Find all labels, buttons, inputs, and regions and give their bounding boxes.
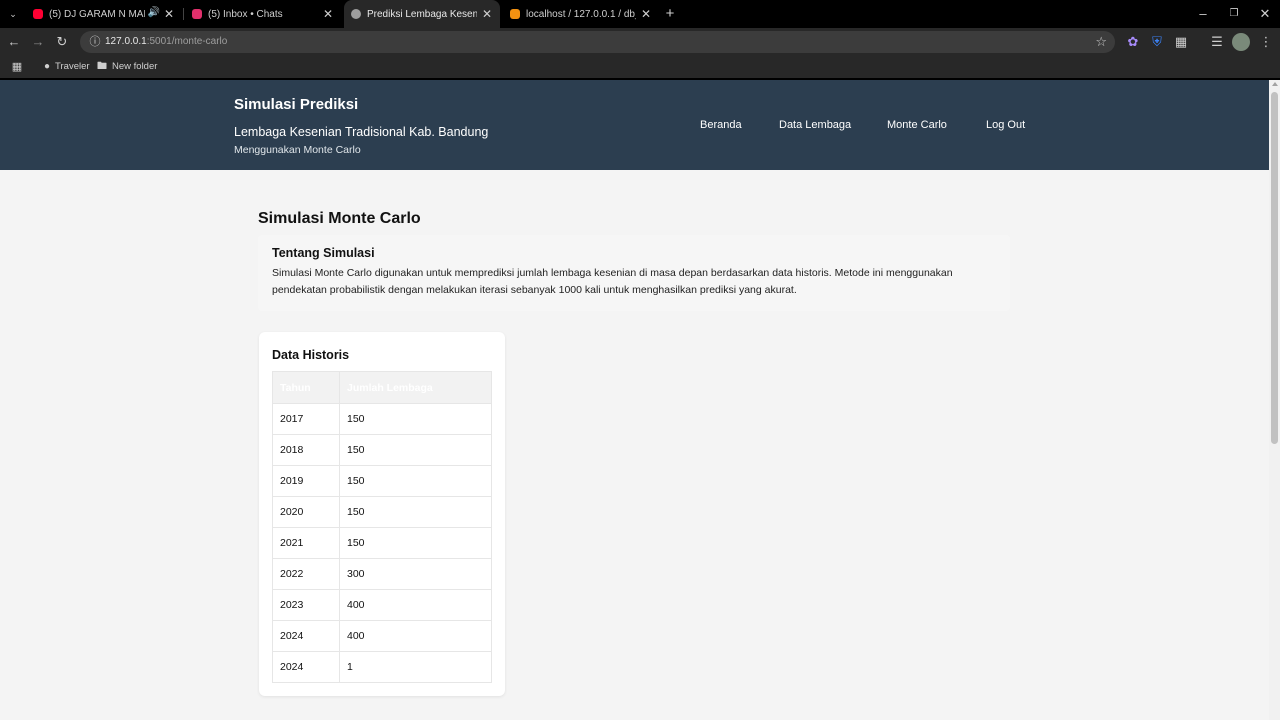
cell-count: 400 <box>339 620 492 652</box>
cell-count: 300 <box>339 558 492 590</box>
minimize-icon[interactable]: – <box>1194 5 1212 23</box>
table-row: 2024 1 <box>272 651 492 683</box>
address-bar[interactable]: ⓘ 127.0.0.1:5001/monte-carlo ☆ <box>80 31 1115 53</box>
bookmarks-bar: ▦ ● Traveler 🖿 New folder <box>0 56 1280 78</box>
url-path: :5001/monte-carlo <box>146 36 228 47</box>
traveler-icon: ● <box>44 61 51 72</box>
cell-year: 2022 <box>272 558 340 590</box>
tab-separator <box>183 8 184 20</box>
extensions-icon[interactable]: ▦ <box>1172 33 1190 51</box>
close-tab-icon[interactable]: ✕ <box>321 7 335 21</box>
close-tab-icon[interactable]: ✕ <box>639 7 653 21</box>
historical-data-table: Tahun Jumlah Lembaga 2017 150 2018 150 201… <box>272 371 492 683</box>
close-window-icon[interactable]: ✕ <box>1256 5 1274 23</box>
globe-icon <box>351 9 361 19</box>
tab-title: (5) Inbox • Chats <box>208 8 283 20</box>
url-text: 127.0.0.1:5001/monte-carlo <box>105 35 227 49</box>
profile-avatar-icon[interactable] <box>1232 33 1250 51</box>
tab-search-chevron-icon[interactable]: ⌄ <box>4 5 22 23</box>
browser-tab-instagram[interactable]: (5) Inbox • Chats ✕ <box>185 0 341 28</box>
instagram-icon <box>192 9 202 19</box>
close-tab-icon[interactable]: ✕ <box>162 7 176 21</box>
bookmark-folder[interactable]: 🖿 New folder <box>97 60 157 74</box>
page-viewport: Simulasi Prediksi Lembaga Kesenian Tradi… <box>0 80 1269 720</box>
table-row: 2019 150 <box>272 465 492 497</box>
tab-title: localhost / 127.0.0.1 / db_lemba <box>526 8 636 20</box>
cell-year: 2019 <box>272 465 340 497</box>
column-header-year: Tahun <box>272 371 340 404</box>
bookmark-label: Traveler <box>55 61 90 72</box>
table-row: 2017 150 <box>272 403 492 435</box>
new-tab-icon[interactable]: + <box>661 5 679 23</box>
restore-icon[interactable]: ❐ <box>1225 5 1243 23</box>
shield-icon[interactable]: ⛨ <box>1148 33 1166 51</box>
about-text: Simulasi Monte Carlo digunakan untuk mem… <box>272 267 953 296</box>
cell-count: 150 <box>339 434 492 466</box>
page-scrollbar[interactable] <box>1269 80 1280 720</box>
historical-data-title: Data Historis <box>272 348 350 362</box>
tab-title: (5) DJ GARAM N MADU | D <box>49 8 145 20</box>
table-row: 2018 150 <box>272 434 492 466</box>
browser-tab-phpmyadmin[interactable]: localhost / 127.0.0.1 / db_lemba ✕ <box>503 0 659 28</box>
table-row: 2021 150 <box>272 527 492 559</box>
close-tab-icon[interactable]: ✕ <box>480 7 494 21</box>
table-header-row: Tahun Jumlah Lembaga <box>272 371 492 404</box>
menu-icon[interactable]: ⋮ <box>1257 33 1275 51</box>
phpmyadmin-icon <box>510 9 520 19</box>
bookmark-label: New folder <box>112 61 158 72</box>
cell-year: 2023 <box>272 589 340 621</box>
cell-count: 400 <box>339 589 492 621</box>
cell-year: 2024 <box>272 651 340 683</box>
browser-tab-active[interactable]: Prediksi Lembaga Kesenian Tra ✕ <box>344 0 500 28</box>
site-info-icon[interactable]: ⓘ <box>88 35 102 49</box>
cell-count: 150 <box>339 496 492 528</box>
about-title: Tentang Simulasi <box>272 246 375 260</box>
media-control-icon[interactable]: ☰ <box>1208 33 1226 51</box>
cell-count: 1 <box>339 651 492 683</box>
tab-title: Prediksi Lembaga Kesenian Tra <box>367 8 477 20</box>
bookmark-star-icon[interactable]: ☆ <box>1095 34 1107 50</box>
historical-data-card: Data Historis Tahun Jumlah Lembaga 2017 1… <box>259 332 505 696</box>
cell-year: 2017 <box>272 403 340 435</box>
cell-year: 2024 <box>272 620 340 652</box>
page-title: Simulasi Monte Carlo <box>258 210 421 227</box>
about-simulation-box: Tentang Simulasi Simulasi Monte Carlo di… <box>258 235 1010 311</box>
cell-year: 2021 <box>272 527 340 559</box>
cell-year: 2018 <box>272 434 340 466</box>
reload-icon[interactable]: ↻ <box>53 33 71 51</box>
apps-grid-icon[interactable]: ▦ <box>8 58 26 76</box>
back-icon[interactable]: ← <box>5 33 23 51</box>
browser-toolbar: ← → ↻ ⓘ 127.0.0.1:5001/monte-carlo ☆ ✿ ⛨… <box>0 28 1280 56</box>
cell-year: 2020 <box>272 496 340 528</box>
youtube-icon <box>33 9 43 19</box>
folder-icon: 🖿 <box>97 61 107 72</box>
extension-puzzle-icon[interactable]: ✿ <box>1124 33 1142 51</box>
cell-count: 150 <box>339 465 492 497</box>
bookmark-traveler[interactable]: ● Traveler <box>44 60 90 74</box>
cell-count: 150 <box>339 527 492 559</box>
forward-icon[interactable]: → <box>29 33 47 51</box>
table-row: 2023 400 <box>272 589 492 621</box>
scroll-up-arrow-icon[interactable] <box>1271 82 1278 86</box>
table-row: 2020 150 <box>272 496 492 528</box>
table-row: 2022 300 <box>272 558 492 590</box>
scrollbar-thumb[interactable] <box>1271 92 1278 444</box>
nav-beranda[interactable]: Beranda <box>700 119 742 131</box>
nav-monte-carlo[interactable]: Monte Carlo <box>887 119 947 131</box>
site-header: Simulasi Prediksi Lembaga Kesenian Tradi… <box>0 80 1269 170</box>
nav-data-lembaga[interactable]: Data Lembaga <box>779 119 851 131</box>
site-title: Simulasi Prediksi <box>234 96 359 113</box>
table-row: 2024 400 <box>272 620 492 652</box>
browser-tab-bar: ⌄ (5) DJ GARAM N MADU | D 🔊 ✕ (5) Inbox … <box>0 0 1280 28</box>
browser-tab-youtube[interactable]: (5) DJ GARAM N MADU | D 🔊 ✕ <box>26 0 182 28</box>
site-method: Menggunakan Monte Carlo <box>234 144 361 156</box>
audio-playing-icon[interactable]: 🔊 <box>148 7 160 18</box>
site-subtitle: Lembaga Kesenian Tradisional Kab. Bandun… <box>234 125 489 139</box>
nav-log-out[interactable]: Log Out <box>986 119 1025 131</box>
column-header-count: Jumlah Lembaga <box>339 371 492 404</box>
url-host: 127.0.0.1 <box>105 36 147 47</box>
cell-count: 150 <box>339 403 492 435</box>
